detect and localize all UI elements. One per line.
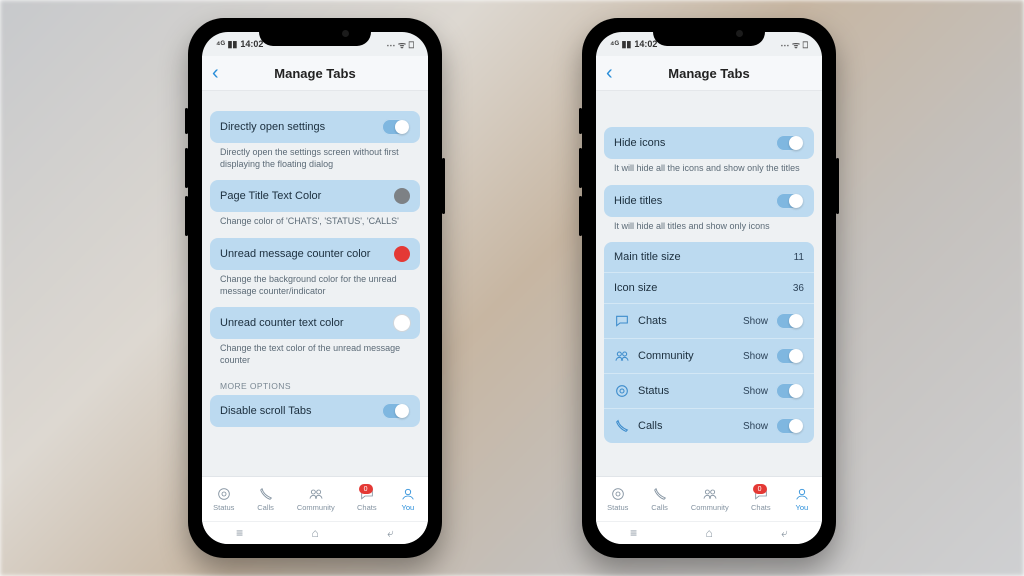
nav-community[interactable]: Community xyxy=(297,486,335,512)
page-title: Manage Tabs xyxy=(274,66,355,81)
android-nav-bar: ≡ ⌂ ⤶ xyxy=(596,521,822,544)
setting-label: Unread message counter color xyxy=(220,248,370,260)
color-swatch[interactable] xyxy=(394,188,410,204)
setting-counter-color[interactable]: Unread message counter color xyxy=(210,238,420,270)
nav-status[interactable]: Status xyxy=(607,486,628,512)
tab-state: Show xyxy=(743,351,768,362)
signal-icon: ⁴ᴳ ▮▮ xyxy=(610,39,631,50)
page-title: Manage Tabs xyxy=(668,66,749,81)
toggle[interactable] xyxy=(776,193,804,209)
tab-row-status[interactable]: Status Show xyxy=(604,373,814,408)
phone-right: ⁴ᴳ ▮▮14:02 ⋯ ᯤ ⎕ ‹ Manage Tabs Hide icon… xyxy=(582,18,836,558)
phone-left: ⁴ᴳ ▮▮14:02 ⋯ ᯤ ⎕ ‹ Manage Tabs Directly … xyxy=(188,18,442,558)
toggle[interactable] xyxy=(776,418,804,434)
nav-you[interactable]: You xyxy=(793,486,811,512)
setting-directly-open[interactable]: Directly open settings xyxy=(210,111,420,143)
calls-icon xyxy=(614,418,630,434)
setting-label: Hide titles xyxy=(614,195,662,207)
setting-counter-text-color[interactable]: Unread counter text color xyxy=(210,307,420,339)
nav-you[interactable]: You xyxy=(399,486,417,512)
setting-desc: Directly open the settings screen withou… xyxy=(210,143,420,180)
android-nav-bar: ≡ ⌂ ⤶ xyxy=(202,521,428,544)
row-label: Main title size xyxy=(614,251,681,263)
recents-icon[interactable]: ≡ xyxy=(630,526,637,540)
header: ‹ Manage Tabs xyxy=(202,56,428,91)
settings-list[interactable]: Directly open settings Directly open the… xyxy=(202,91,428,476)
home-icon[interactable]: ⌂ xyxy=(706,526,713,540)
recents-icon[interactable]: ≡ xyxy=(236,526,243,540)
setting-desc: Change color of 'CHATS', 'STATUS', 'CALL… xyxy=(210,212,420,238)
tab-row-calls[interactable]: Calls Show xyxy=(604,408,814,443)
setting-desc: Change the text color of the unread mess… xyxy=(210,339,420,376)
status-icon xyxy=(614,383,630,399)
toggle[interactable] xyxy=(776,348,804,364)
signal-icon: ⁴ᴳ ▮▮ xyxy=(216,39,237,50)
settings-list[interactable]: Hide icons It will hide all the icons an… xyxy=(596,91,822,476)
toggle[interactable] xyxy=(776,383,804,399)
back-icon[interactable]: ⤶ xyxy=(781,526,788,541)
unread-badge: 0 xyxy=(359,484,373,494)
tab-state: Show xyxy=(743,316,768,327)
setting-label: Page Title Text Color xyxy=(220,190,321,202)
tab-row-community[interactable]: Community Show xyxy=(604,338,814,373)
bottom-nav: Status Calls Community 0 Chats xyxy=(202,476,428,521)
header: ‹ Manage Tabs xyxy=(596,56,822,91)
row-main-title-size[interactable]: Main title size 11 xyxy=(604,242,814,272)
toggle[interactable] xyxy=(382,119,410,135)
nav-status[interactable]: Status xyxy=(213,486,234,512)
nav-calls[interactable]: Calls xyxy=(651,486,669,512)
setting-label: Directly open settings xyxy=(220,121,325,133)
toggle[interactable] xyxy=(776,135,804,151)
setting-desc: It will hide all the icons and show only… xyxy=(604,159,814,185)
setting-desc: It will hide all titles and show only ic… xyxy=(604,217,814,243)
setting-disable-scroll[interactable]: Disable scroll Tabs xyxy=(210,395,420,427)
setting-title-color[interactable]: Page Title Text Color xyxy=(210,180,420,212)
tab-label: Calls xyxy=(638,420,662,432)
wifi-icon: ⋯ ᯤ ⎕ xyxy=(780,38,808,51)
color-swatch[interactable] xyxy=(394,315,410,331)
bottom-nav: Status Calls Community 0 Chats xyxy=(596,476,822,521)
tab-label: Community xyxy=(638,350,694,362)
tab-label: Chats xyxy=(638,315,667,327)
setting-label: Disable scroll Tabs xyxy=(220,405,312,417)
chat-icon xyxy=(614,313,630,329)
row-value: 11 xyxy=(794,252,804,263)
nav-chats[interactable]: 0 Chats xyxy=(751,486,771,512)
setting-label: Hide icons xyxy=(614,137,665,149)
tab-row-chats[interactable]: Chats Show xyxy=(604,303,814,338)
setting-desc: Change the background color for the unre… xyxy=(210,270,420,307)
tab-state: Show xyxy=(743,386,768,397)
back-icon[interactable]: ⤶ xyxy=(387,526,394,541)
community-icon xyxy=(614,348,630,364)
unread-badge: 0 xyxy=(753,484,767,494)
nav-calls[interactable]: Calls xyxy=(257,486,275,512)
back-button[interactable]: ‹ xyxy=(212,63,219,83)
setting-hide-icons[interactable]: Hide icons xyxy=(604,127,814,159)
toggle[interactable] xyxy=(776,313,804,329)
section-header: MORE OPTIONS xyxy=(210,377,420,395)
nav-chats[interactable]: 0 Chats xyxy=(357,486,377,512)
home-icon[interactable]: ⌂ xyxy=(312,526,319,540)
tab-config-block: Main title size 11 Icon size 36 Chats Sh… xyxy=(604,242,814,443)
row-icon-size[interactable]: Icon size 36 xyxy=(604,272,814,303)
tab-state: Show xyxy=(743,421,768,432)
nav-community[interactable]: Community xyxy=(691,486,729,512)
color-swatch[interactable] xyxy=(394,246,410,262)
row-value: 36 xyxy=(793,283,804,294)
back-button[interactable]: ‹ xyxy=(606,63,613,83)
tab-label: Status xyxy=(638,385,669,397)
row-label: Icon size xyxy=(614,282,657,294)
setting-label: Unread counter text color xyxy=(220,317,344,329)
toggle[interactable] xyxy=(382,403,410,419)
wifi-icon: ⋯ ᯤ ⎕ xyxy=(386,38,414,51)
setting-hide-titles[interactable]: Hide titles xyxy=(604,185,814,217)
